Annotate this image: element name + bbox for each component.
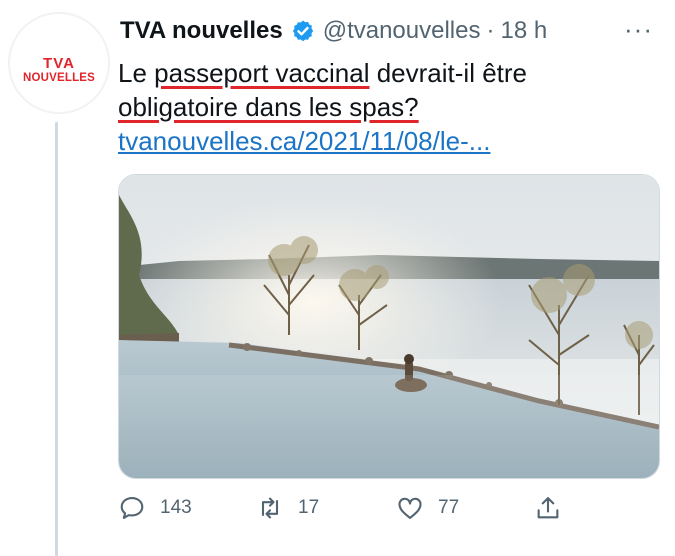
like-count: 77 [438,497,460,518]
thread-line [55,122,58,556]
display-name[interactable]: TVA nouvelles [120,17,283,45]
underlined-phrase: obligatoire dans les spas? [118,92,419,122]
retweet-count: 17 [298,497,320,518]
tweet-text-part: Le [118,58,155,88]
tweet-image[interactable] [118,174,660,479]
verified-badge-icon [291,19,315,43]
underlined-phrase: passeport vaccinal [154,58,370,88]
article-link[interactable]: tvanouvelles.ca/2021/11/08/le-... [118,124,490,158]
logo-text-top: TVA [43,55,75,72]
tweet-header: TVA nouvelles @tvanouvelles · 18 h [120,14,547,48]
separator-dot: · [486,17,495,44]
user-handle[interactable]: @tvanouvelles [323,17,481,45]
reply-count: 143 [160,497,192,518]
reply-button[interactable]: 143 [118,490,192,526]
tweet-text-line-1: Le passeport vaccinal devrait-il être [118,56,658,90]
retweet-button[interactable]: 17 [256,490,319,526]
spa-lake-photo [119,175,659,478]
retweet-icon [261,497,279,519]
action-bar: 143 17 77 [118,490,568,526]
logo-text-bottom: NOUVELLES [22,72,96,84]
more-options-icon[interactable]: ··· [624,14,653,45]
reply-icon [120,497,144,519]
tweet-text: Le passeport vaccinal devrait-il être ob… [118,56,658,124]
tweet-text-part: devrait-il être [369,58,527,88]
heart-icon [398,497,422,519]
timestamp[interactable]: 18 h [500,17,547,45]
tweet-text-line-2: obligatoire dans les spas? [118,90,658,124]
share-icon [537,497,559,519]
like-button[interactable]: 77 [396,490,459,526]
share-button[interactable] [534,490,576,526]
avatar[interactable]: TVA NOUVELLES [8,12,110,114]
